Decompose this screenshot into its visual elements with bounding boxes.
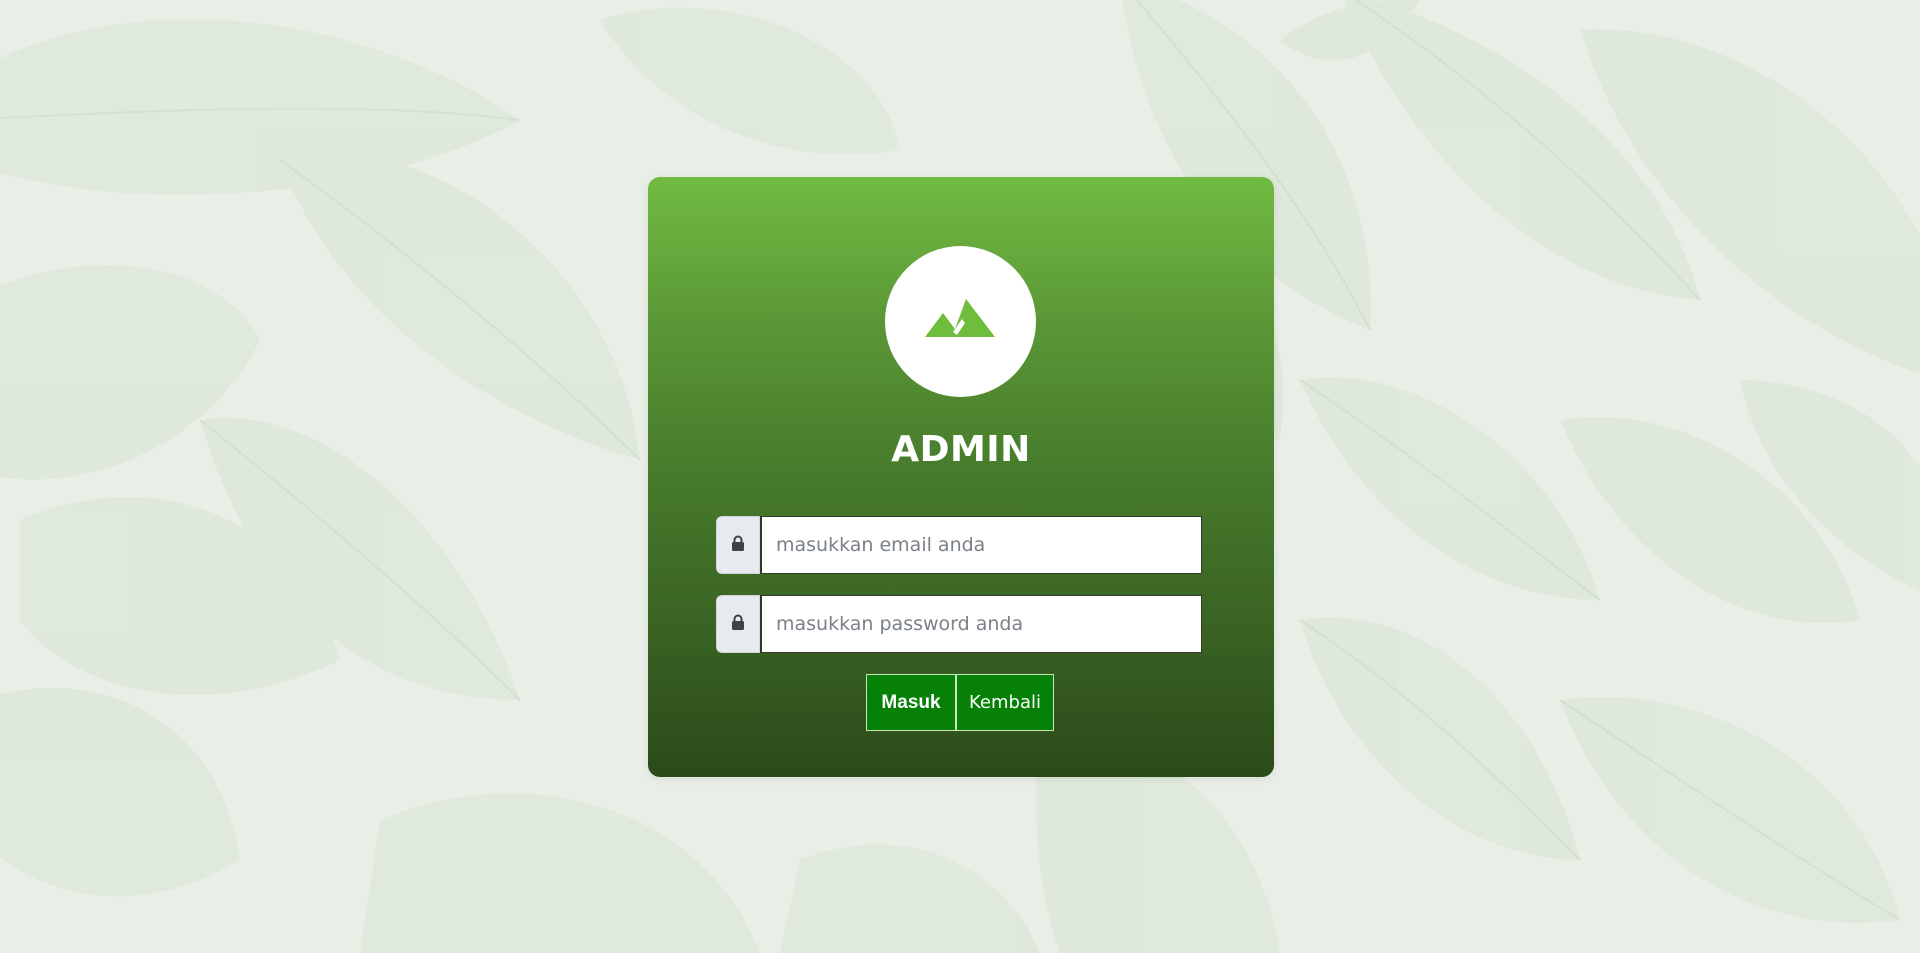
login-card: ADMIN Masuk Kembali [648,177,1274,777]
email-field[interactable] [760,516,1202,574]
page-title: ADMIN [891,429,1031,470]
password-input-group [716,595,1202,653]
lock-icon [731,535,745,556]
email-addon [716,516,760,574]
login-button[interactable]: Masuk [866,674,956,731]
password-field[interactable] [760,595,1202,653]
lock-icon [731,614,745,635]
logo [885,246,1036,397]
button-row: Masuk Kembali [866,674,1054,731]
email-input-group [716,516,1202,574]
password-addon [716,595,760,653]
back-button[interactable]: Kembali [956,674,1054,731]
mountain-icon [924,299,997,344]
